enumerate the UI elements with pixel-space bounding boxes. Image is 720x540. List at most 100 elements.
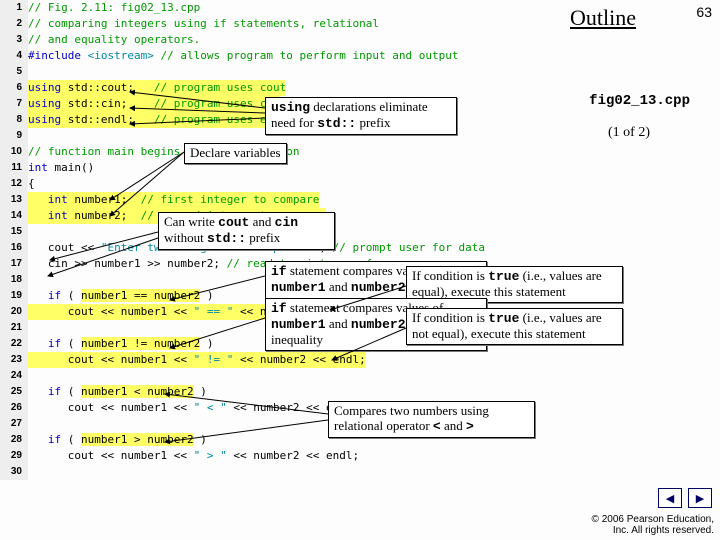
code-line: 13 int number1; // first integer to comp… [0, 192, 560, 208]
line-number: 2 [0, 16, 28, 32]
txt: true [488, 311, 519, 326]
txt: prefix [356, 115, 390, 130]
txt: using [271, 100, 310, 115]
code-line: 6using std::cout; // program uses cout [0, 80, 560, 96]
prev-button[interactable]: ◀ [658, 488, 682, 508]
code-content: if ( number1 != number2 ) [28, 336, 213, 352]
code-line: 25 if ( number1 < number2 ) [0, 384, 560, 400]
txt: and [441, 418, 466, 433]
code-content: cout << number1 << " > " << number2 << e… [28, 448, 359, 464]
prev-icon: ◀ [666, 492, 674, 505]
line-number: 7 [0, 96, 28, 112]
code-content: cout << number1 << " != " << number2 << … [28, 352, 366, 368]
part-indicator: (1 of 2) [608, 125, 650, 141]
txt: Can write [164, 214, 218, 229]
right-column: Outline [570, 5, 710, 31]
nav-buttons: ◀ ▶ [658, 488, 712, 508]
line-number: 20 [0, 304, 28, 320]
copyright-footer: © 2006 Pearson Education, Inc. All right… [592, 514, 714, 536]
txt: if [271, 301, 287, 316]
txt: number2 [351, 317, 406, 332]
line-number: 10 [0, 144, 28, 160]
code-line: 12{ [0, 176, 560, 192]
code-line: 5 [0, 64, 560, 80]
code-content: cout << number1 << " < " << number2 << e… [28, 400, 359, 416]
code-content: #include <iostream> // allows program to… [28, 48, 458, 64]
code-line: 23 cout << number1 << " != " << number2 … [0, 352, 560, 368]
txt: prefix [246, 230, 280, 245]
txt: std:: [207, 231, 246, 246]
code-content: // Fig. 2.11: fig02_13.cpp [28, 0, 200, 16]
line-number: 1 [0, 0, 28, 16]
line-number: 23 [0, 352, 28, 368]
code-content: // comparing integers using if statement… [28, 16, 379, 32]
next-button[interactable]: ▶ [688, 488, 712, 508]
txt: cin [275, 215, 298, 230]
code-line: 3// and equality operators. [0, 32, 560, 48]
callout-true-notequal: If condition is true (i.e., values are n… [406, 308, 623, 345]
code-content: using std::endl; // program uses endl [28, 112, 286, 128]
code-content: { [28, 176, 35, 192]
line-number: 27 [0, 416, 28, 432]
code-content: int number1; // first integer to compare [28, 192, 319, 208]
code-content: using std::cin; // program uses cin [28, 96, 280, 112]
line-number: 14 [0, 208, 28, 224]
txt: without [164, 230, 207, 245]
code-line: 1// Fig. 2.11: fig02_13.cpp [0, 0, 560, 16]
figure-filename: fig02_13.cpp [589, 93, 690, 109]
next-icon: ▶ [696, 492, 704, 505]
txt: and [326, 279, 351, 294]
line-number: 22 [0, 336, 28, 352]
callout-declare: Declare variables [184, 143, 287, 164]
txt: true [488, 269, 519, 284]
txt: number2 [351, 280, 406, 295]
txt: and [326, 316, 351, 331]
code-line: 29 cout << number1 << " > " << number2 <… [0, 448, 560, 464]
code-line: 4#include <iostream> // allows program t… [0, 48, 560, 64]
txt: std:: [317, 116, 356, 131]
code-content: if ( number1 == number2 ) [28, 288, 213, 304]
code-content: if ( number1 > number2 ) [28, 432, 207, 448]
outline-title: Outline [570, 5, 636, 30]
line-number: 9 [0, 128, 28, 144]
txt: Declare variables [190, 145, 281, 160]
line-number: 3 [0, 32, 28, 48]
line-number: 15 [0, 224, 28, 240]
line-number: 16 [0, 240, 28, 256]
code-line: 30 [0, 464, 560, 480]
line-number: 12 [0, 176, 28, 192]
line-number: 13 [0, 192, 28, 208]
code-content: using std::cout; // program uses cout [28, 80, 286, 96]
code-line: 24 [0, 368, 560, 384]
code-content: // and equality operators. [28, 32, 200, 48]
slide: 1// Fig. 2.11: fig02_13.cpp2// comparing… [0, 0, 720, 540]
txt: < [433, 419, 441, 434]
txt: > [466, 419, 474, 434]
line-number: 26 [0, 400, 28, 416]
footer-line2: Inc. All rights reserved. [592, 525, 714, 536]
line-number: 5 [0, 64, 28, 80]
line-number: 25 [0, 384, 28, 400]
callout-coutcin: Can write cout and cin without std:: pre… [158, 212, 335, 250]
line-number: 24 [0, 368, 28, 384]
line-number: 18 [0, 272, 28, 288]
line-number: 30 [0, 464, 28, 480]
txt: number1 [271, 317, 326, 332]
line-number: 6 [0, 80, 28, 96]
txt: If condition is [412, 268, 488, 283]
line-number: 4 [0, 48, 28, 64]
code-line: 2// comparing integers using if statemen… [0, 16, 560, 32]
txt: If condition is [412, 310, 488, 325]
callout-using: using declarations eliminate need for st… [265, 97, 457, 135]
line-number: 29 [0, 448, 28, 464]
line-number: 11 [0, 160, 28, 176]
txt: if [271, 264, 287, 279]
line-number: 8 [0, 112, 28, 128]
callout-relational: Compares two numbers using relational op… [328, 401, 535, 438]
line-number: 21 [0, 320, 28, 336]
code-content: if ( number1 < number2 ) [28, 384, 207, 400]
line-number: 19 [0, 288, 28, 304]
line-number: 28 [0, 432, 28, 448]
txt: number1 [271, 280, 326, 295]
code-content: int main() [28, 160, 94, 176]
